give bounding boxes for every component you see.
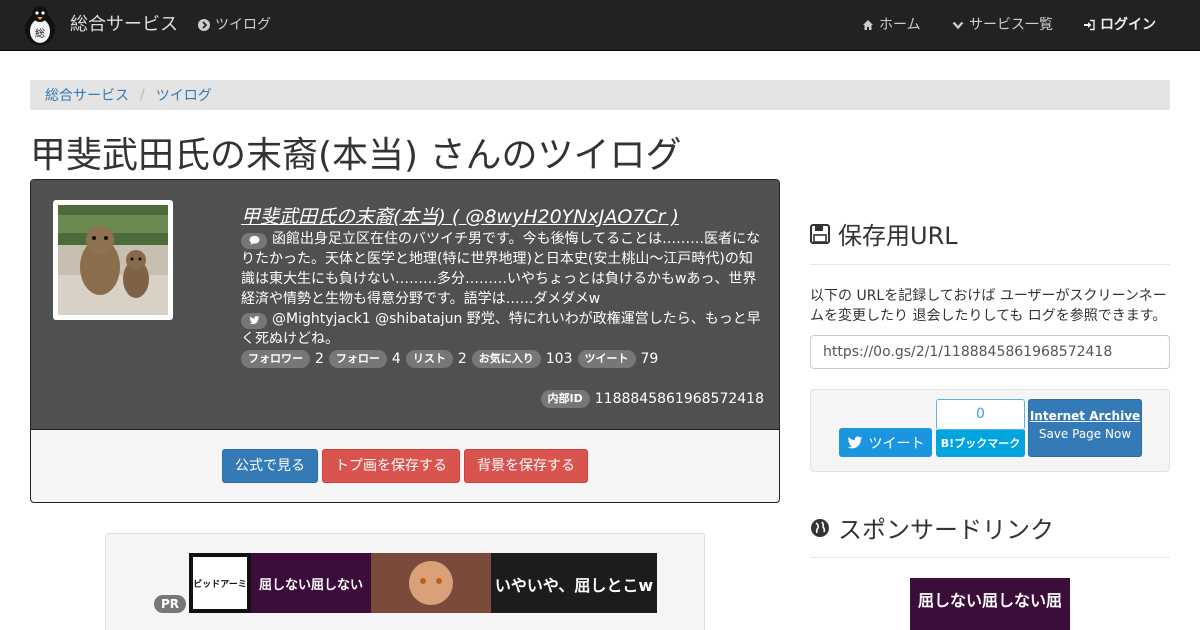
brand[interactable]: 総 総合サービス <box>20 4 178 46</box>
pr-badge: PR <box>154 595 187 613</box>
profile-actions: 公式で見る トプ画を保存する 背景を保存する <box>31 449 779 483</box>
sponsored-heading: スポンサードリンク <box>810 510 1054 545</box>
internet-archive-subtitle: Save Page Now <box>1038 427 1132 441</box>
globe-icon <box>811 518 829 537</box>
view-official-button[interactable]: 公式で見る <box>222 449 318 483</box>
pr-banner-headline: いやいや、屈しとこw <box>495 576 654 595</box>
divider <box>810 264 1170 265</box>
pr-banner-vertical-text: 屈しない屈しない <box>259 578 363 593</box>
home-icon <box>863 20 873 30</box>
floppy-disk-icon <box>810 223 830 244</box>
save-url-heading: 保存用URL <box>810 216 958 251</box>
breadcrumb-separator: / <box>140 87 145 103</box>
sign-in-icon <box>1084 19 1095 31</box>
profile-header: 甲斐武田氏の末裔(本当) ( @8wyH20YNxJAO7Cr ) 函館出身足立… <box>31 180 779 430</box>
chevron-circle-right-icon <box>198 19 210 31</box>
brand-label: 総合サービス <box>70 14 178 35</box>
nav-tweetlog[interactable]: ツイログ <box>198 0 271 50</box>
nav-login[interactable]: ログイン <box>1083 0 1156 50</box>
favorites-badge: お気に入り <box>471 350 541 368</box>
following-badge: フォロー <box>328 350 387 368</box>
internet-archive-title: Internet Archive <box>1029 409 1141 423</box>
penguin-logo-icon: 総 <box>25 6 55 45</box>
nav-login-label: ログイン <box>1100 17 1156 33</box>
pr-banner-ad[interactable]: ビビッドアーミー 屈しない屈しない いやいや、屈しとこw <box>189 553 657 613</box>
hatena-bookmark-count: 0 <box>936 399 1025 430</box>
tweet-share-label: ツイート <box>868 435 925 452</box>
share-buttons: ツイート 0 B!ブックマーク Internet Archive Save Pa… <box>810 389 1170 472</box>
nav-services[interactable]: サービス一覧 <box>952 0 1053 50</box>
nav-tweetlog-label: ツイログ <box>215 17 271 33</box>
internal-id-value: 1188845861968572418 <box>594 391 764 407</box>
profile-name-link[interactable]: 甲斐武田氏の末裔(本当) ( @8wyH20YNxJAO7Cr ) <box>241 202 679 229</box>
avatar[interactable] <box>53 200 173 320</box>
sidebar-ad-text: 屈しない屈しない屈 <box>918 591 1062 610</box>
chevron-down-icon <box>952 21 964 30</box>
nav-services-label: サービス一覧 <box>969 17 1053 33</box>
tweets-count: 79 <box>640 351 659 367</box>
divider <box>810 557 1170 558</box>
avatar-image <box>58 205 168 315</box>
followers-count: 2 <box>315 351 324 367</box>
nav-home-label: ホーム <box>879 17 921 33</box>
lists-badge: リスト <box>405 350 453 368</box>
lists-count: 2 <box>457 351 467 367</box>
tweet-share-button[interactable]: ツイート <box>839 428 932 457</box>
breadcrumb-home-link[interactable]: 総合サービス <box>45 85 129 105</box>
hatena-bookmark-button[interactable]: B!ブックマーク <box>936 430 1025 457</box>
profile-last-tweet-text: @Mightyjack1 @shibatajun 野党、特にれいわが政権運営した… <box>241 311 761 347</box>
pr-box: PR ビビッドアーミー 屈しない屈しない いやいや、屈しとこw <box>105 533 705 630</box>
twitter-icon <box>241 312 267 329</box>
favorites-count: 103 <box>545 351 573 367</box>
breadcrumb: 総合サービス / ツイログ <box>30 80 1170 110</box>
profile-bio-text: 函館出身足立区在住のバツイチ男です。今も後悔してることは………医者になりたかった… <box>241 231 761 307</box>
comment-icon <box>241 232 267 249</box>
save-url-input[interactable] <box>810 335 1170 369</box>
sidebar-ad-banner[interactable]: 屈しない屈しない屈 <box>910 578 1070 630</box>
save-background-button[interactable]: 背景を保存する <box>464 449 588 483</box>
profile-bio: 函館出身足立区在住のバツイチ男です。今も後悔してることは………医者になりたかった… <box>241 229 766 309</box>
internet-archive-button[interactable]: Internet Archive Save Page Now <box>1028 399 1142 457</box>
profile-last-tweet: @Mightyjack1 @shibatajun 野党、特にれいわが政権運営した… <box>241 309 766 349</box>
svg-text:総: 総 <box>35 27 45 40</box>
following-count: 4 <box>391 351 401 367</box>
save-avatar-button[interactable]: トプ画を保存する <box>322 449 460 483</box>
profile-panel: 甲斐武田氏の末裔(本当) ( @8wyH20YNxJAO7Cr ) 函館出身足立… <box>30 179 780 503</box>
sponsored-heading-text: スポンサードリンク <box>838 516 1054 544</box>
internal-id: 内部ID 1188845861968572418 <box>540 390 764 408</box>
profile-bio-block: 函館出身足立区在住のバツイチ男です。今も後悔してることは………医者になりたかった… <box>241 229 766 349</box>
save-url-description: 以下の URLを記録しておけば ユーザーがスクリーンネームを変更したり 退会した… <box>810 288 1167 324</box>
navbar: 総 総合サービス ツイログ ホーム サービス一覧 ログイン <box>0 0 1200 51</box>
profile-stats: フォロワー 2 フォロー 4 リスト 2 お気に入り 103 ツイート 79 <box>241 350 663 368</box>
followers-badge: フォロワー <box>241 350 310 368</box>
nav-home[interactable]: ホーム <box>862 0 921 50</box>
twitter-icon <box>847 436 862 448</box>
save-url-heading-text: 保存用URL <box>838 222 958 250</box>
pr-banner-brand: ビビッドアーミー <box>189 578 256 590</box>
internal-id-badge: 内部ID <box>540 390 590 408</box>
breadcrumb-tweetlog-link[interactable]: ツイログ <box>156 85 212 105</box>
page-title: 甲斐武田氏の末裔(本当) さんのツイログ <box>30 135 682 176</box>
tweets-badge: ツイート <box>577 350 636 368</box>
